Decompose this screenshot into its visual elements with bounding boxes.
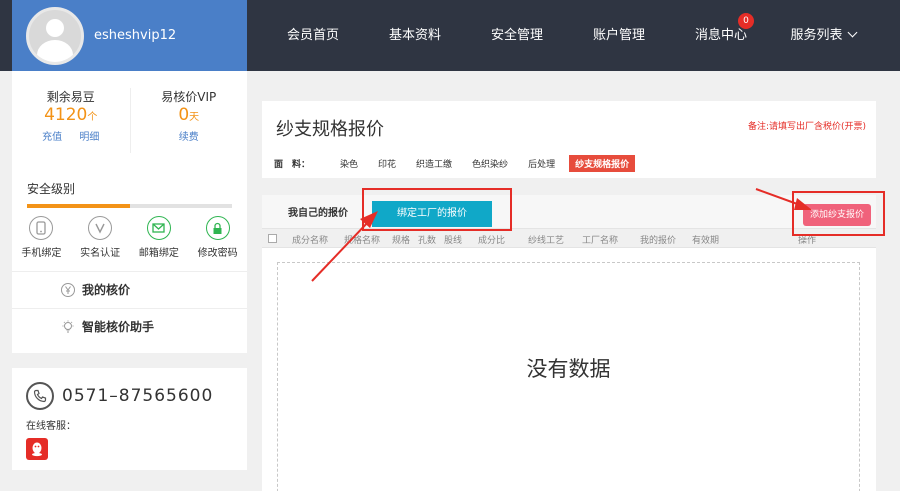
- nav-item-member-home[interactable]: 会员首页: [262, 0, 364, 71]
- security-level-fill: [27, 204, 130, 208]
- category-label: 面 料：: [274, 160, 311, 170]
- lock-icon: [205, 216, 230, 240]
- username: esheshvip12: [94, 28, 177, 43]
- sidebar-item-my-quotes[interactable]: 我的核价: [12, 271, 247, 308]
- qq-chat-icon[interactable]: [26, 438, 48, 460]
- security-item-label: 邮箱绑定: [138, 248, 179, 259]
- quote-tab-bar: 我自己的报价 绑定工厂的报价 添加纱支报价: [262, 195, 876, 228]
- tab-bound-factory-quotes[interactable]: 绑定工厂的报价: [372, 201, 492, 227]
- column-header[interactable]: 工厂名称: [582, 233, 618, 246]
- column-header[interactable]: 有效期: [692, 233, 719, 246]
- avatar[interactable]: [26, 6, 84, 65]
- category-printing[interactable]: 印花: [372, 155, 402, 172]
- beans-links: 充值 明细: [12, 128, 130, 143]
- nav-label: 账户管理: [592, 28, 645, 43]
- page-header-card: 纱支规格报价 备注:请填写出厂含税价(开票) 面 料： 染色 印花 织造工缴 色…: [262, 101, 876, 178]
- table-header: 成分名称 规格名称 规格 孔数 股线 成分比 纱线工艺 工厂名称 我的报价 有效…: [262, 228, 876, 248]
- security-item-password[interactable]: 修改密码: [189, 216, 247, 259]
- column-header[interactable]: 成分名称: [292, 233, 328, 246]
- mail-icon: [146, 216, 171, 240]
- nav-item-basic-info[interactable]: 基本资料: [364, 0, 466, 71]
- add-yarn-quote-button[interactable]: 添加纱支报价: [803, 204, 871, 226]
- page-title: 纱支规格报价: [276, 119, 384, 140]
- empty-state-text: 没有数据: [526, 357, 611, 381]
- category-yarn-spec-quote[interactable]: 纱支规格报价: [569, 155, 636, 172]
- beans-value-row: 4120个: [12, 105, 130, 125]
- details-link[interactable]: 明细: [79, 132, 99, 143]
- beans-value: 4120: [44, 105, 88, 125]
- nav-item-security[interactable]: 安全管理: [466, 0, 568, 71]
- yuan-icon: [61, 283, 75, 297]
- contact-card: 0571–87565600 在线客服：: [12, 368, 247, 470]
- top-navigation-bar: esheshvip12 会员首页 基本资料 安全管理 账户管理 消息中心 0 服…: [0, 0, 900, 71]
- chevron-down-icon: [847, 27, 857, 38]
- verified-icon: [88, 216, 113, 240]
- security-level-bar: [27, 204, 232, 208]
- nav-label: 安全管理: [490, 28, 543, 43]
- beans-unit: 个: [87, 112, 98, 123]
- balance-stats: 剩余易豆 4120个 充值 明细 易核价VIP 0天 续费: [12, 71, 247, 153]
- vip-value: 0: [178, 105, 190, 125]
- telephone-icon: [26, 382, 54, 410]
- tax-note: 备注:请填写出厂含税价(开票): [747, 122, 866, 132]
- security-item-label: 实名认证: [80, 248, 121, 259]
- category-yarn-dyeing[interactable]: 色织染纱: [466, 155, 514, 172]
- empty-state: 没有数据: [277, 262, 860, 491]
- column-header[interactable]: 操作: [798, 233, 816, 246]
- column-header[interactable]: 股线: [444, 233, 462, 246]
- column-header[interactable]: 规格名称: [344, 233, 380, 246]
- phone-icon: [29, 216, 54, 240]
- select-all-checkbox[interactable]: [268, 234, 277, 243]
- hotline-number: 0571–87565600: [62, 386, 214, 406]
- nav-item-messages[interactable]: 消息中心 0: [670, 0, 772, 71]
- sidebar-item-label: 智能核价助手: [82, 320, 155, 334]
- vip-value-row: 0天: [131, 105, 248, 125]
- vip-unit: 天: [189, 112, 200, 123]
- renew-link[interactable]: 续费: [179, 132, 199, 143]
- security-item-label: 修改密码: [197, 248, 238, 259]
- nav-label: 会员首页: [286, 28, 339, 43]
- category-dyeing[interactable]: 染色: [334, 155, 364, 172]
- nav-label: 消息中心: [694, 28, 747, 43]
- account-summary-card: 剩余易豆 4120个 充值 明细 易核价VIP 0天 续费 安全级别 手机绑定: [12, 71, 247, 353]
- column-header[interactable]: 孔数: [418, 233, 436, 246]
- beans-title: 剩余易豆: [46, 90, 95, 104]
- message-count-badge: 0: [738, 13, 754, 29]
- security-level-label: 安全级别: [27, 182, 76, 196]
- nav-item-account[interactable]: 账户管理: [568, 0, 670, 71]
- online-service-label: 在线客服：: [26, 421, 76, 432]
- column-header[interactable]: 规格: [392, 233, 410, 246]
- user-profile-block[interactable]: esheshvip12: [12, 0, 247, 71]
- security-item-identity[interactable]: 实名认证: [71, 216, 129, 259]
- table-body: 没有数据: [262, 248, 876, 491]
- category-finishing[interactable]: 后处理: [522, 155, 561, 172]
- vip-stat: 易核价VIP 0天 续费: [129, 88, 248, 153]
- sidebar-item-smart-assistant[interactable]: 智能核价助手: [12, 308, 247, 345]
- security-item-email[interactable]: 邮箱绑定: [130, 216, 188, 259]
- category-weaving[interactable]: 织造工缴: [410, 155, 458, 172]
- beans-stat: 剩余易豆 4120个 充值 明细: [12, 88, 130, 153]
- security-item-label: 手机绑定: [21, 248, 62, 259]
- avatar-body-shape: [37, 39, 73, 62]
- avatar-head-shape: [46, 18, 64, 37]
- sidebar-item-label: 我的核价: [82, 283, 131, 297]
- vip-links: 续费: [131, 128, 248, 143]
- security-item-phone[interactable]: 手机绑定: [12, 216, 70, 259]
- security-items: 手机绑定 实名认证 邮箱绑定 修改密码: [12, 208, 247, 259]
- category-tabs: 染色 印花 织造工缴 色织染纱 后处理 纱支规格报价: [334, 155, 643, 172]
- hotline-row: 0571–87565600: [12, 368, 247, 410]
- lightbulb-icon: [62, 320, 74, 333]
- recharge-link[interactable]: 充值: [42, 132, 62, 143]
- nav-item-services[interactable]: 服务列表: [772, 0, 874, 71]
- main-nav: 会员首页 基本资料 安全管理 账户管理 消息中心 0 服务列表: [262, 0, 874, 71]
- tab-my-quotes[interactable]: 我自己的报价: [284, 201, 352, 227]
- column-header[interactable]: 我的报价: [640, 233, 676, 246]
- column-header[interactable]: 成分比: [478, 233, 505, 246]
- nav-label: 基本资料: [388, 28, 441, 43]
- nav-label: 服务列表: [790, 28, 843, 43]
- column-header[interactable]: 纱线工艺: [528, 233, 564, 246]
- vip-title: 易核价VIP: [161, 90, 217, 104]
